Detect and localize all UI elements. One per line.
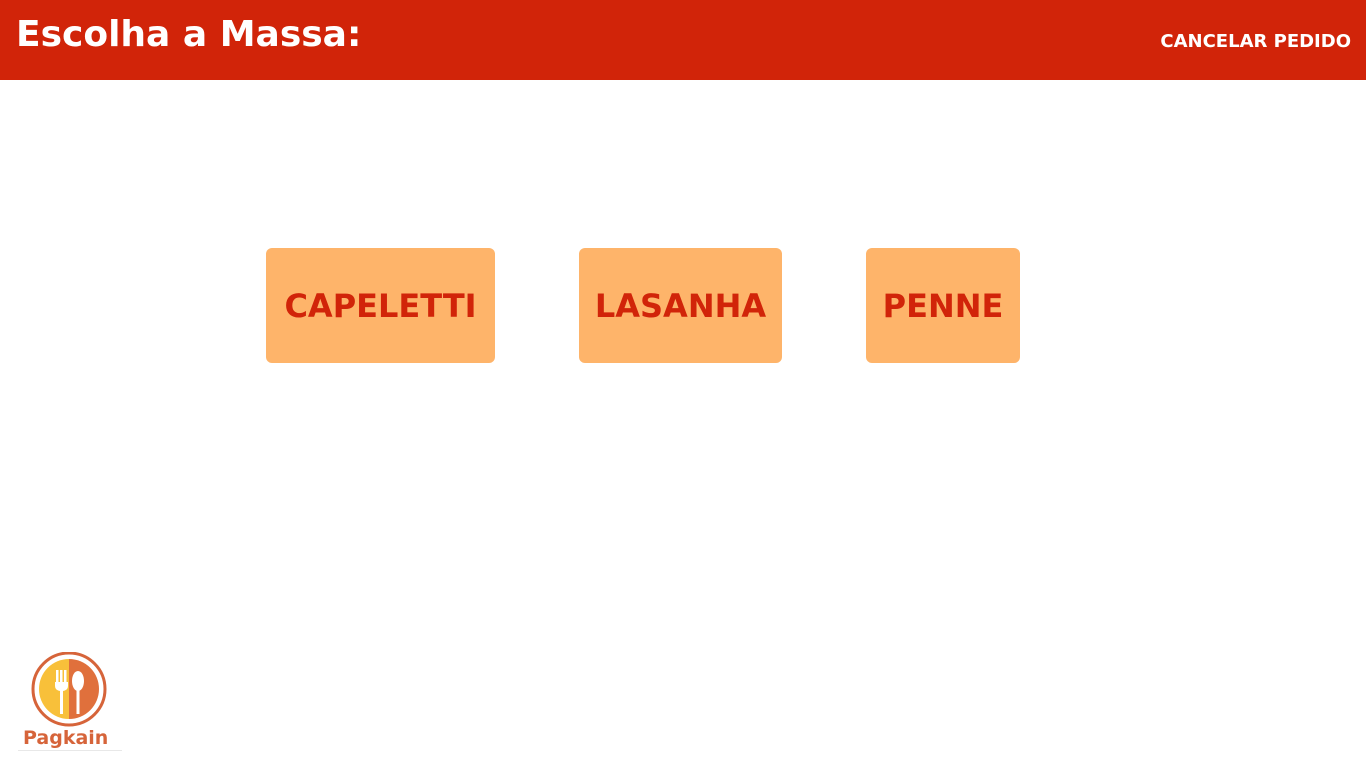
brand-logo-text: Pagkain (23, 727, 109, 749)
fork-and-spoon-plate-icon (31, 652, 107, 727)
option-button-lasanha[interactable]: LASANHA (579, 248, 782, 363)
option-button-capeletti[interactable]: CAPELETTI (266, 248, 495, 363)
option-link-lasanha[interactable]: LASANHA (579, 248, 786, 363)
option-link-penne[interactable]: PENNE (866, 248, 1020, 363)
cancel-order-button[interactable]: CANCELAR PEDIDO (1160, 30, 1351, 54)
page-title: Escolha a Massa: (16, 14, 362, 55)
option-link-capeletti[interactable]: CAPELETTI (266, 248, 499, 363)
option-button-penne[interactable]: PENNE (866, 248, 1020, 363)
top-header-bar: Escolha a Massa: CANCELAR PEDIDO (0, 0, 1366, 80)
brand-logo: Pagkain (18, 652, 122, 751)
